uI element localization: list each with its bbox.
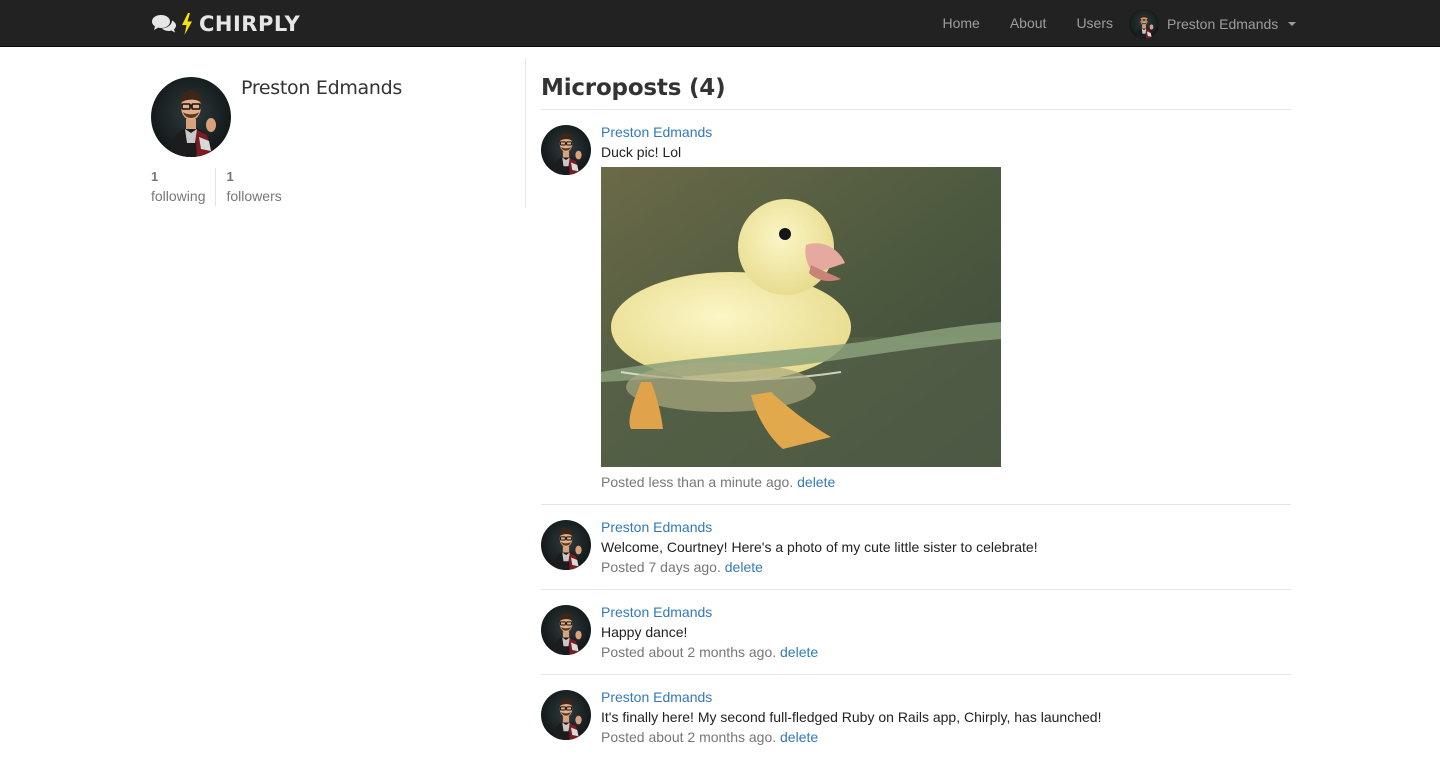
caret-down-icon bbox=[1288, 22, 1297, 26]
nav-links: Home About Users bbox=[927, 0, 1128, 47]
post-avatar[interactable] bbox=[541, 520, 591, 570]
post-timestamp: Posted less than a minute ago. bbox=[601, 474, 794, 490]
profile-sidebar: Preston Edmands 1 following 1 followers bbox=[151, 58, 526, 208]
delete-post-link[interactable]: delete bbox=[725, 559, 763, 575]
post-timestamp: Posted about 2 months ago. bbox=[601, 729, 777, 745]
micropost-item: Preston Edmands Happy dance! Posted abou… bbox=[541, 590, 1291, 675]
profile-avatar[interactable] bbox=[151, 77, 231, 157]
post-user-link[interactable]: Preston Edmands bbox=[601, 687, 1291, 707]
brand-name: CHIRPLY bbox=[199, 11, 301, 36]
followers-label: followers bbox=[226, 188, 282, 204]
followers-stat-link[interactable]: 1 followers bbox=[215, 168, 291, 206]
following-count: 1 bbox=[151, 169, 159, 184]
post-user-link[interactable]: Preston Edmands bbox=[601, 122, 1291, 142]
nav-avatar bbox=[1129, 9, 1159, 39]
post-content: It's finally here! My second full-fledge… bbox=[601, 709, 1102, 725]
post-meta: Posted about 2 months ago. delete bbox=[601, 727, 1291, 747]
microposts-heading: Microposts (4) bbox=[541, 58, 1291, 110]
delete-post-link[interactable]: delete bbox=[780, 729, 818, 745]
post-timestamp: Posted 7 days ago. bbox=[601, 559, 721, 575]
following-label: following bbox=[151, 188, 206, 204]
followers-count: 1 bbox=[226, 169, 234, 184]
post-avatar[interactable] bbox=[541, 125, 591, 175]
delete-post-link[interactable]: delete bbox=[797, 474, 835, 490]
post-meta: Posted about 2 months ago. delete bbox=[601, 642, 1291, 662]
nav-user-name: Preston Edmands bbox=[1167, 16, 1279, 32]
post-meta: Posted 7 days ago. delete bbox=[601, 557, 1291, 577]
following-stat-link[interactable]: 1 following bbox=[151, 168, 215, 206]
microposts-section: Microposts (4) Preston Edmands Duck pic!… bbox=[541, 58, 1291, 759]
post-user-link[interactable]: Preston Edmands bbox=[601, 602, 1291, 622]
micropost-item: Preston Edmands Duck pic! Lol Posted les… bbox=[541, 110, 1291, 505]
duckling-photo bbox=[601, 167, 1001, 467]
post-avatar[interactable] bbox=[541, 605, 591, 655]
nav-home-link[interactable]: Home bbox=[927, 0, 994, 47]
delete-post-link[interactable]: delete bbox=[780, 644, 818, 660]
profile-stats: 1 following 1 followers bbox=[151, 168, 292, 206]
post-content: Welcome, Courtney! Here's a photo of my … bbox=[601, 539, 1038, 555]
post-content: Duck pic! Lol bbox=[601, 144, 682, 160]
nav-users-link[interactable]: Users bbox=[1061, 0, 1128, 47]
top-navbar: CHIRPLY Home About Users Preston Edmands bbox=[0, 0, 1440, 47]
nav-about-link[interactable]: About bbox=[995, 0, 1062, 47]
chat-bubbles-icon bbox=[151, 13, 177, 35]
post-meta: Posted less than a minute ago. delete bbox=[601, 472, 1291, 492]
micropost-item: Preston Edmands Welcome, Courtney! Here'… bbox=[541, 505, 1291, 590]
account-dropdown-toggle[interactable]: Preston Edmands bbox=[1129, 9, 1297, 39]
lightning-bolt-icon bbox=[181, 12, 193, 35]
post-timestamp: Posted about 2 months ago. bbox=[601, 644, 777, 660]
post-user-link[interactable]: Preston Edmands bbox=[601, 517, 1291, 537]
profile-name: Preston Edmands bbox=[241, 77, 402, 99]
post-content: Happy dance! bbox=[601, 624, 688, 640]
micropost-item: Preston Edmands It's finally here! My se… bbox=[541, 675, 1291, 759]
post-avatar[interactable] bbox=[541, 690, 591, 740]
brand-logo-link[interactable]: CHIRPLY bbox=[151, 0, 300, 47]
